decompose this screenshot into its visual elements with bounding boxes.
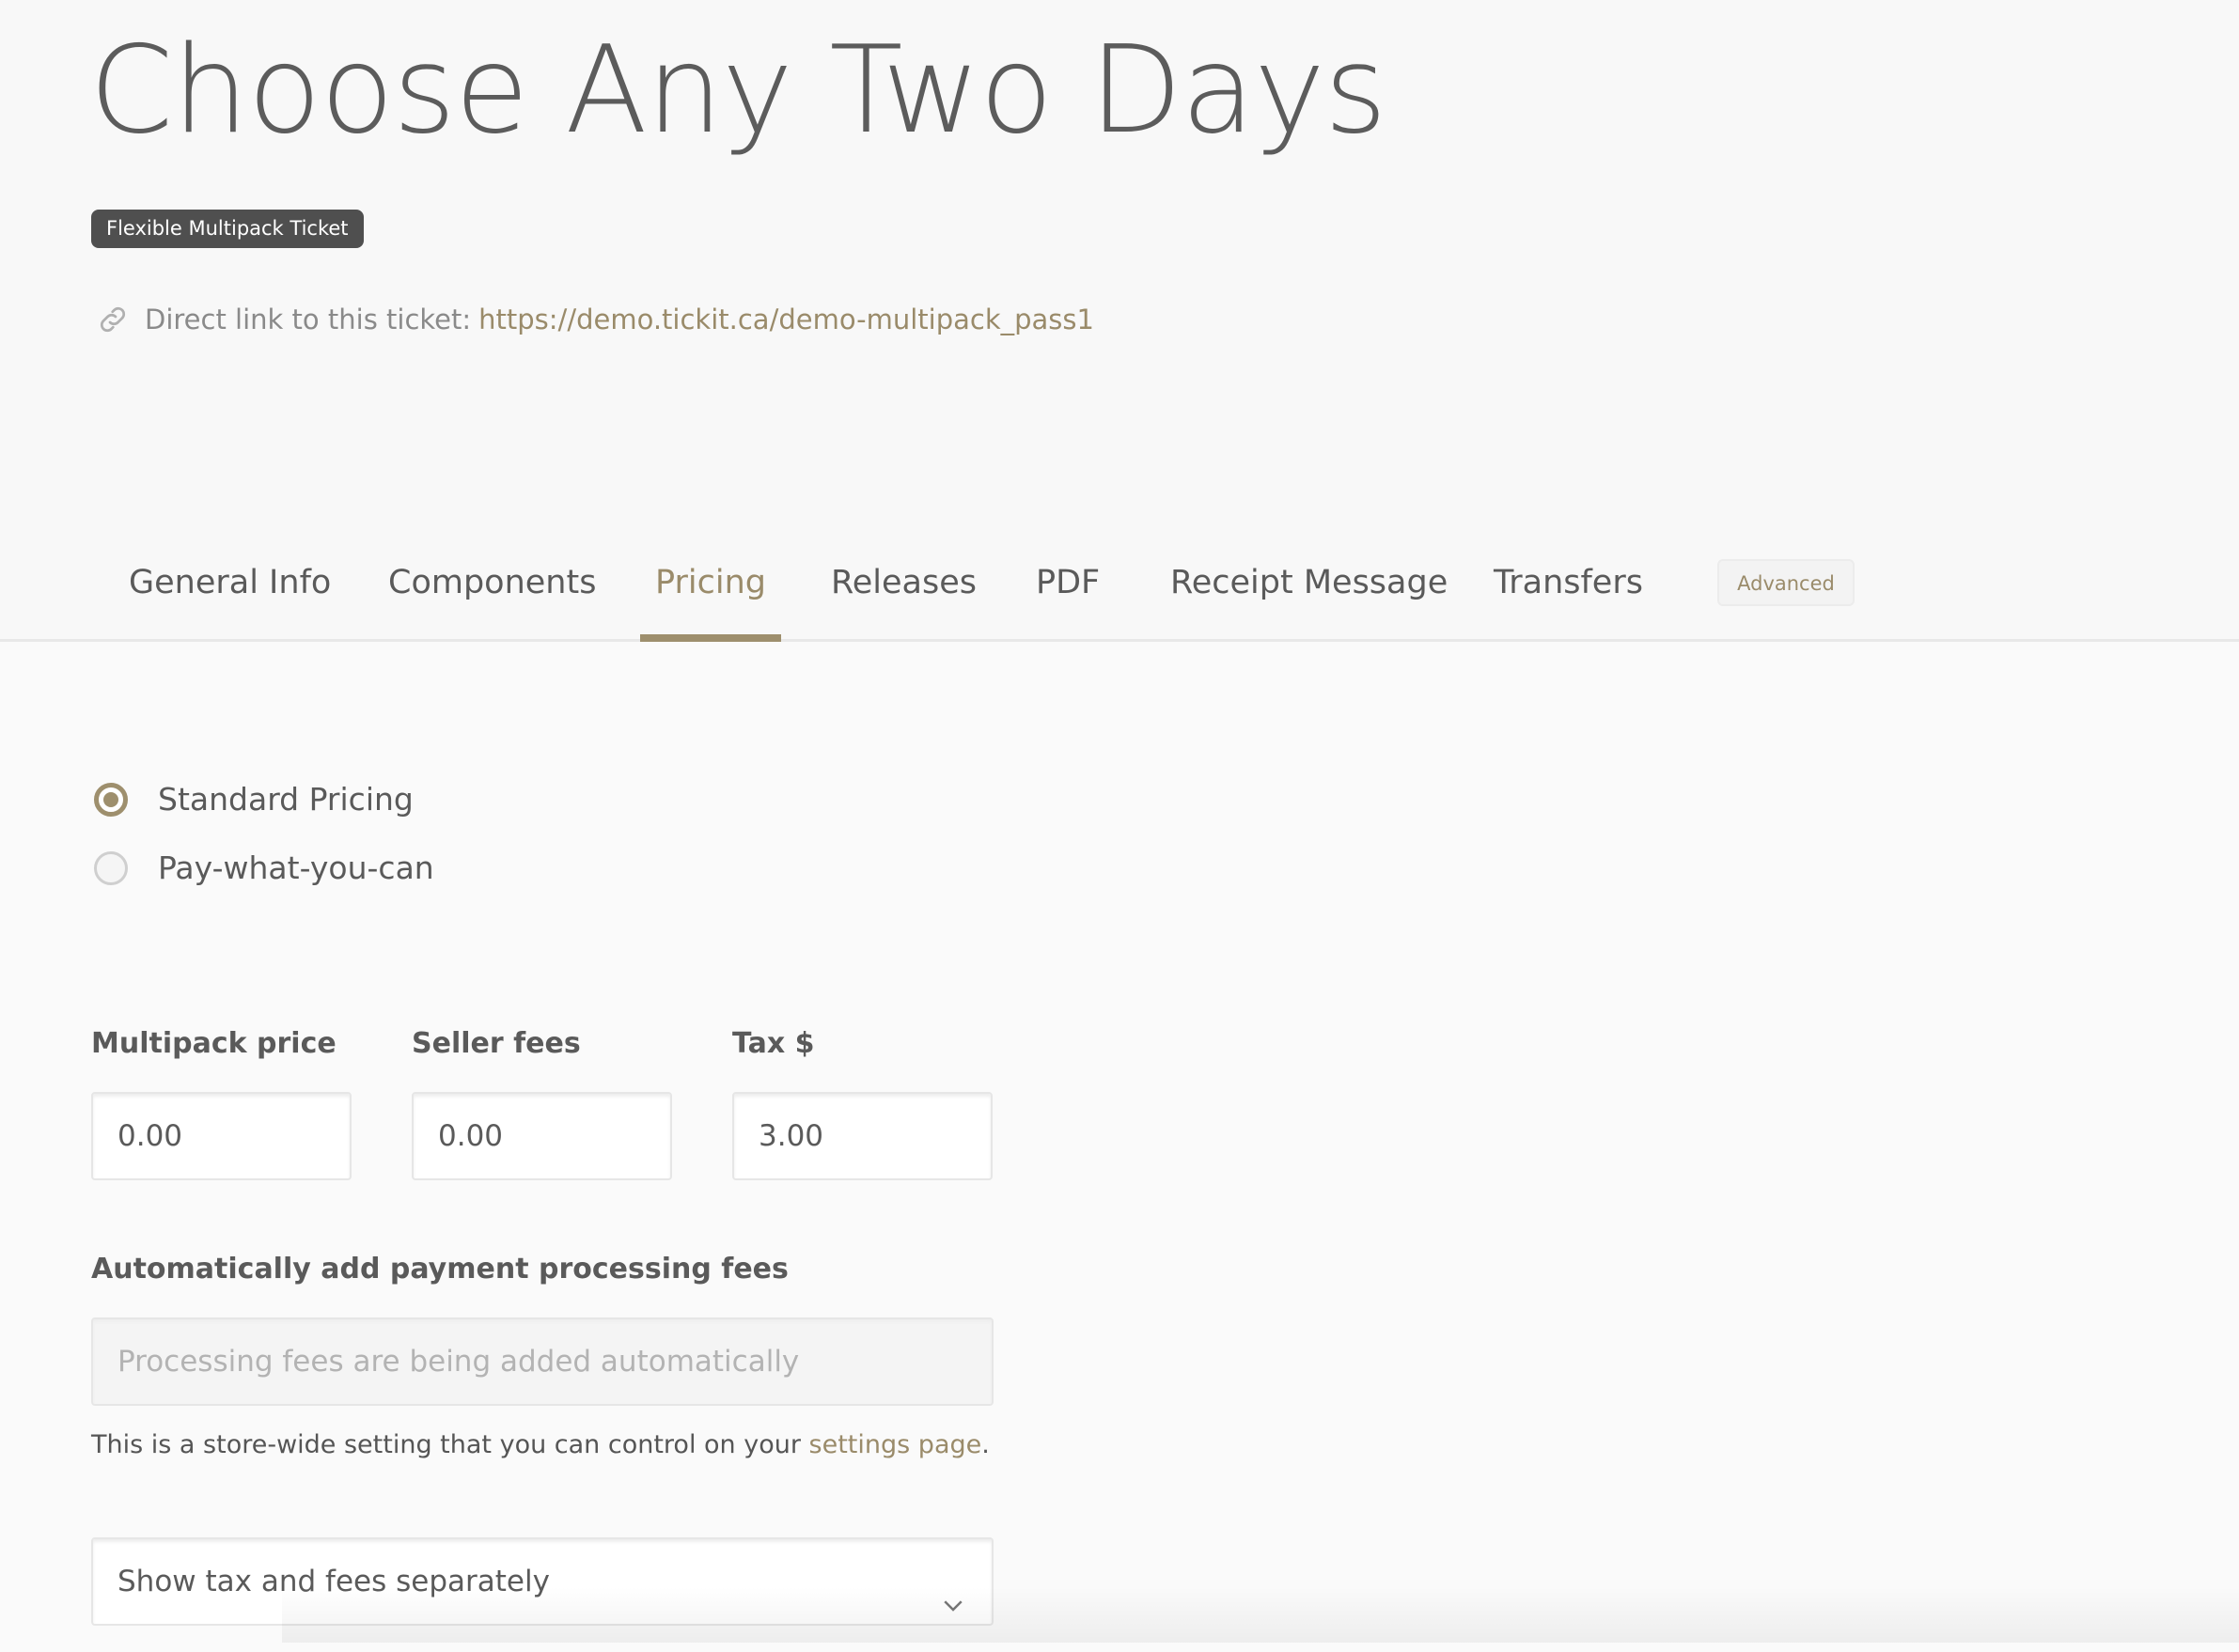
tax-label: Tax $	[732, 1027, 815, 1060]
link-icon	[96, 303, 130, 336]
ticket-type-badge: Flexible Multipack Ticket	[91, 210, 364, 248]
processing-fees-label: Automatically add payment processing fee…	[91, 1253, 789, 1286]
help-suffix: .	[981, 1430, 990, 1459]
processing-fees-help: This is a store-wide setting that you ca…	[91, 1430, 990, 1459]
multipack-price-label: Multipack price	[91, 1027, 337, 1060]
direct-link-row: Direct link to this ticket: https://demo…	[96, 299, 1094, 340]
help-text: This is a store-wide setting that you ca…	[91, 1430, 809, 1459]
tax-display-select[interactable]: Show tax and fees separately	[91, 1537, 994, 1626]
settings-page-link[interactable]: settings page	[809, 1430, 982, 1459]
chevron-down-icon	[939, 1567, 967, 1612]
radio-standard-pricing[interactable]: Standard Pricing	[94, 781, 414, 818]
direct-link-label: Direct link to this ticket:	[145, 304, 472, 335]
tab-general-info[interactable]: General Info	[129, 526, 331, 639]
tab-transfers[interactable]: Transfers	[1494, 526, 1643, 639]
tab-pdf[interactable]: PDF	[1036, 526, 1100, 639]
radio-label: Standard Pricing	[158, 781, 414, 818]
tab-receipt-message[interactable]: Receipt Message	[1170, 526, 1448, 639]
radio-unchecked-icon[interactable]	[94, 850, 128, 885]
tax-input[interactable]: 3.00	[732, 1092, 993, 1180]
tab-pricing[interactable]: Pricing	[640, 526, 781, 642]
seller-fees-input[interactable]: 0.00	[412, 1092, 672, 1180]
tab-components[interactable]: Components	[388, 526, 596, 639]
multipack-price-input[interactable]: 0.00	[91, 1092, 352, 1180]
processing-fees-input: Processing fees are being added automati…	[91, 1317, 994, 1406]
advanced-button[interactable]: Advanced	[1717, 559, 1855, 606]
tax-display-selected: Show tax and fees separately	[117, 1565, 550, 1598]
seller-fees-label: Seller fees	[412, 1027, 581, 1060]
page-title: Choose Any Two Days	[89, 21, 1386, 161]
radio-pay-what-you-can[interactable]: Pay-what-you-can	[94, 849, 434, 886]
radio-label: Pay-what-you-can	[158, 849, 434, 886]
radio-checked-icon[interactable]	[94, 782, 128, 817]
tab-releases[interactable]: Releases	[831, 526, 977, 639]
direct-link-url[interactable]: https://demo.tickit.ca/demo-multipack_pa…	[478, 304, 1094, 335]
tab-bar: General Info Components Pricing Releases…	[0, 526, 2239, 642]
